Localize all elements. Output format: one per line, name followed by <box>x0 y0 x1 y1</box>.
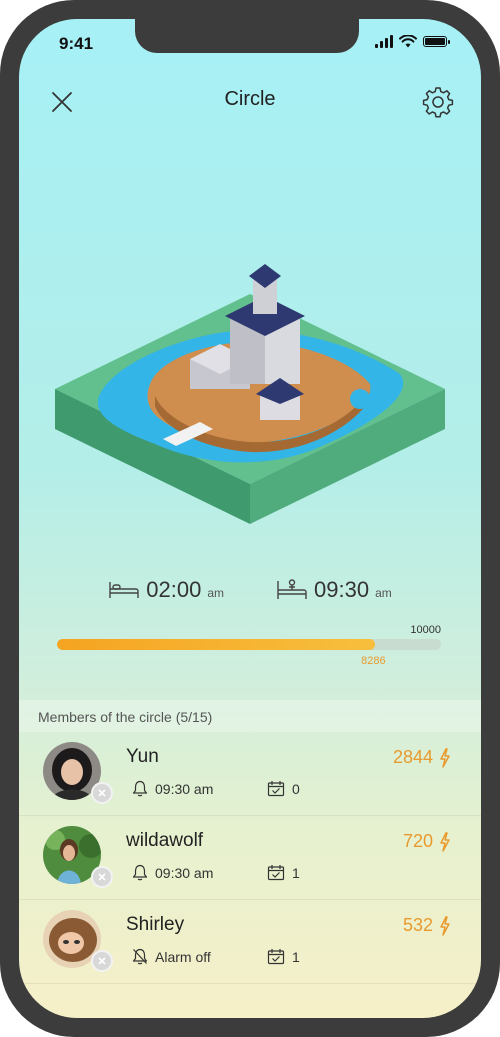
member-checkins: 1 <box>267 864 300 881</box>
member-alarm: 09:30 am <box>132 864 213 881</box>
member-alarm: Alarm off <box>132 948 211 965</box>
member-count: 1 <box>292 948 300 965</box>
wifi-icon <box>399 35 417 48</box>
bed-icon <box>109 582 139 598</box>
member-score-value: 2844 <box>392 747 433 767</box>
bell-off-icon <box>132 948 148 965</box>
badge-icon <box>91 866 113 888</box>
member-name: Shirley <box>126 914 185 935</box>
app-screen: 9:41 Circle 02:00 am 09:30 am 10000 8286… <box>19 19 481 1018</box>
member-alarm-text: 09:30 am <box>155 780 214 797</box>
bedtime: 02:00 am <box>108 577 224 603</box>
calendar-check-icon <box>267 781 285 797</box>
notch <box>135 19 359 53</box>
member-name: wildawolf <box>126 830 204 851</box>
member-score: 720 <box>403 831 451 852</box>
page-title: Circle <box>224 88 276 110</box>
lightning-icon <box>440 915 450 936</box>
wake-time: 09:30 am <box>276 577 392 603</box>
gear-icon[interactable] <box>421 85 455 119</box>
member-count: 1 <box>292 864 300 881</box>
wake-up-icon <box>277 579 307 599</box>
members-section-header: Members of the circle (5/15) <box>19 700 481 732</box>
bedtime-ampm: am <box>207 586 224 600</box>
member-checkins: 1 <box>267 948 300 965</box>
progress-fill <box>57 639 376 650</box>
badge-icon <box>91 782 113 804</box>
lightning-icon <box>440 747 450 768</box>
member-alarm-text: 09:30 am <box>155 864 214 881</box>
bell-icon <box>132 780 148 797</box>
member-name: Yun <box>126 746 159 767</box>
member-row[interactable]: wildawolf 09:30 am 1 720 <box>19 816 481 900</box>
status-time: 9:41 <box>59 34 94 53</box>
progress-target: 10000 <box>410 624 441 636</box>
calendar-check-icon <box>267 865 285 881</box>
members-title: Members of the circle (5/15) <box>38 709 213 725</box>
bedtime-value: 02:00 <box>146 577 202 602</box>
member-row[interactable]: Shirley Alarm off 1 532 <box>19 900 481 984</box>
member-score-value: 532 <box>402 915 433 935</box>
member-checkins: 0 <box>267 780 300 797</box>
progress-current: 8286 <box>361 655 386 667</box>
member-score: 532 <box>403 915 451 936</box>
lightning-icon <box>440 831 450 852</box>
badge-icon <box>91 950 113 972</box>
phone-frame: 9:41 Circle 02:00 am 09:30 am 10000 8286… <box>0 0 500 1037</box>
sleep-times: 02:00 am 09:30 am <box>19 577 481 603</box>
battery-icon <box>423 36 450 47</box>
calendar-check-icon <box>267 949 285 965</box>
wake-time-value: 09:30 <box>314 577 370 602</box>
member-alarm: 09:30 am <box>132 780 213 797</box>
progress-bar <box>57 639 441 650</box>
member-alarm-text: Alarm off <box>155 948 211 965</box>
members-list: Yun 09:30 am 0 2844 wildawolf 09:30 am 1… <box>19 732 481 984</box>
status-icons <box>375 35 450 48</box>
wake-time-ampm: am <box>375 586 392 600</box>
member-row[interactable]: Yun 09:30 am 0 2844 <box>19 732 481 816</box>
bell-icon <box>132 864 148 881</box>
castle-island-illustration <box>55 264 445 524</box>
member-score: 2844 <box>393 747 451 768</box>
member-count: 0 <box>292 780 300 797</box>
signal-icon <box>375 35 393 48</box>
member-score-value: 720 <box>402 831 433 851</box>
